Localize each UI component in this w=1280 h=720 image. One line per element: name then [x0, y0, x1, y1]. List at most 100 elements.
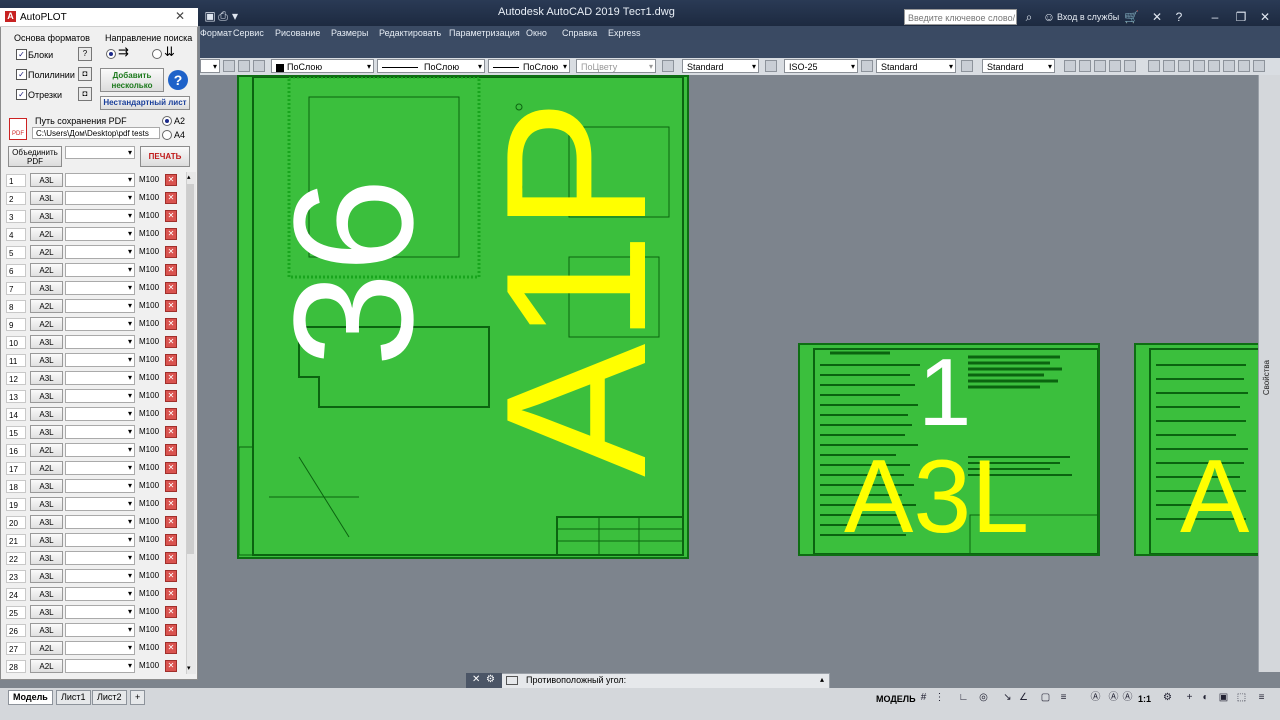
- row-format-button[interactable]: A3L: [30, 623, 63, 637]
- grid-icon[interactable]: #: [918, 692, 929, 703]
- row-number-field[interactable]: 7: [6, 282, 26, 295]
- row-number-field[interactable]: 3: [6, 210, 26, 223]
- print-button[interactable]: ПЕЧАТЬ: [140, 146, 190, 167]
- tool-icon-1[interactable]: [1064, 60, 1076, 72]
- row-format-button[interactable]: A2L: [30, 461, 63, 475]
- close-icon[interactable]: ✕: [1258, 10, 1272, 24]
- sheet-list-scroll-thumb[interactable]: [187, 184, 194, 554]
- row-delete-icon[interactable]: ✕: [165, 498, 177, 510]
- row-printer-select[interactable]: [65, 551, 135, 565]
- layer-dropdown[interactable]: ▾: [200, 59, 220, 73]
- row-delete-icon[interactable]: ✕: [165, 480, 177, 492]
- row-number-field[interactable]: 14: [6, 408, 26, 421]
- search-vertical-radio[interactable]: [152, 49, 162, 59]
- row-number-field[interactable]: 24: [6, 588, 26, 601]
- row-printer-select[interactable]: [65, 299, 135, 313]
- row-delete-icon[interactable]: ✕: [165, 534, 177, 546]
- row-number-field[interactable]: 11: [6, 354, 26, 367]
- row-delete-icon[interactable]: ✕: [165, 354, 177, 366]
- row-number-field[interactable]: 8: [6, 300, 26, 313]
- row-printer-select[interactable]: [65, 281, 135, 295]
- row-number-field[interactable]: 13: [6, 390, 26, 403]
- row-delete-icon[interactable]: ✕: [165, 426, 177, 438]
- row-number-field[interactable]: 5: [6, 246, 26, 259]
- row-printer-select[interactable]: [65, 443, 135, 457]
- qat-dropdown-icon[interactable]: ▾: [228, 9, 242, 23]
- row-number-field[interactable]: 10: [6, 336, 26, 349]
- row-format-button[interactable]: A2L: [30, 245, 63, 259]
- row-number-field[interactable]: 16: [6, 444, 26, 457]
- row-format-button[interactable]: A3L: [30, 173, 63, 187]
- segments-options-button[interactable]: ◘: [78, 87, 92, 101]
- sheet-a3-1[interactable]: 1 A3L: [798, 343, 1100, 556]
- row-format-button[interactable]: A3L: [30, 587, 63, 601]
- row-format-button[interactable]: A3L: [30, 425, 63, 439]
- osnap-icon[interactable]: ▢: [1040, 692, 1051, 703]
- row-delete-icon[interactable]: ✕: [165, 408, 177, 420]
- row-printer-select[interactable]: [65, 641, 135, 655]
- row-printer-select[interactable]: [65, 623, 135, 637]
- sheet-a3-2[interactable]: A: [1134, 343, 1258, 556]
- row-number-field[interactable]: 15: [6, 426, 26, 439]
- search-input[interactable]: Введите ключевое слово/фразу: [904, 9, 1017, 39]
- row-number-field[interactable]: 26: [6, 624, 26, 637]
- row-format-button[interactable]: A3L: [30, 407, 63, 421]
- merge-pdf-button[interactable]: Объединить PDF: [8, 146, 62, 167]
- row-printer-select[interactable]: [65, 173, 135, 187]
- row-number-field[interactable]: 20: [6, 516, 26, 529]
- menu-tools[interactable]: Сервис: [233, 26, 264, 40]
- view-icon-7[interactable]: [1238, 60, 1250, 72]
- restore-icon[interactable]: ❐: [1234, 10, 1248, 24]
- annotation-scale[interactable]: 1:1: [1138, 694, 1151, 704]
- annotation-icon[interactable]: Ⓐ: [1090, 692, 1101, 703]
- plus-icon[interactable]: +: [1184, 692, 1195, 703]
- row-format-button[interactable]: A2L: [30, 443, 63, 457]
- sheet-a1[interactable]: 36 A1P: [237, 75, 689, 559]
- save-icon[interactable]: ▣: [203, 9, 217, 23]
- row-delete-icon[interactable]: ✕: [165, 444, 177, 456]
- annotation-visibility-icon[interactable]: Ⓐ: [1108, 692, 1119, 703]
- row-format-button[interactable]: A2L: [30, 227, 63, 241]
- hardware-accel-icon[interactable]: ▣: [1218, 692, 1229, 703]
- row-delete-icon[interactable]: ✕: [165, 516, 177, 528]
- otrack-icon[interactable]: ∠: [1018, 692, 1029, 703]
- row-number-field[interactable]: 28: [6, 660, 26, 673]
- tool-icon-4[interactable]: [1109, 60, 1121, 72]
- row-format-button[interactable]: A3L: [30, 497, 63, 511]
- merge-pdf-select[interactable]: [65, 146, 135, 159]
- row-printer-select[interactable]: [65, 605, 135, 619]
- row-printer-select[interactable]: [65, 263, 135, 277]
- row-printer-select[interactable]: [65, 533, 135, 547]
- row-delete-icon[interactable]: ✕: [165, 588, 177, 600]
- lineweight-icon[interactable]: ≡: [1058, 692, 1069, 703]
- row-printer-select[interactable]: [65, 515, 135, 529]
- row-number-field[interactable]: 21: [6, 534, 26, 547]
- text-style-dropdown[interactable]: Standard ▾: [682, 59, 759, 73]
- view-icon-1[interactable]: [1148, 60, 1160, 72]
- isodraft-icon[interactable]: ↘: [1002, 692, 1013, 703]
- row-format-button[interactable]: A3L: [30, 515, 63, 529]
- drawing-canvas[interactable]: 36 A1P 1 A3L A: [200, 75, 1258, 672]
- row-printer-select[interactable]: [65, 659, 135, 673]
- command-history-icon[interactable]: ▴: [820, 675, 824, 684]
- row-number-field[interactable]: 25: [6, 606, 26, 619]
- polar-icon[interactable]: ◎: [978, 692, 989, 703]
- row-format-button[interactable]: A3L: [30, 371, 63, 385]
- row-format-button[interactable]: A3L: [30, 569, 63, 583]
- clean-screen-icon[interactable]: ⬚: [1236, 692, 1247, 703]
- layer-match-icon[interactable]: [238, 60, 250, 72]
- row-printer-select[interactable]: [65, 245, 135, 259]
- command-settings-icon[interactable]: ⚙: [486, 674, 495, 685]
- tab-sheet2[interactable]: Лист2: [92, 690, 127, 705]
- lineweight-dropdown[interactable]: ПоСлою ▾: [488, 59, 570, 73]
- view-icon-5[interactable]: [1208, 60, 1220, 72]
- table-style-dropdown[interactable]: Standard ▾: [876, 59, 956, 73]
- properties-palette-label[interactable]: Свойства: [1262, 360, 1271, 395]
- polylines-options-button[interactable]: ◘: [78, 67, 92, 81]
- help-icon[interactable]: ?: [168, 70, 188, 90]
- row-format-button[interactable]: A3L: [30, 551, 63, 565]
- row-format-button[interactable]: A3L: [30, 389, 63, 403]
- menu-format[interactable]: Формат: [200, 26, 232, 40]
- row-format-button[interactable]: A3L: [30, 281, 63, 295]
- row-delete-icon[interactable]: ✕: [165, 372, 177, 384]
